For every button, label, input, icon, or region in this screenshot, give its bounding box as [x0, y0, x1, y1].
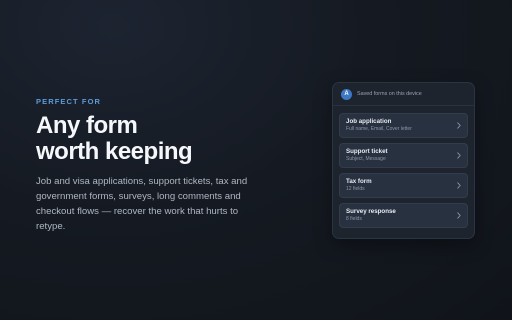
list-item-subtitle: 12 fields	[346, 186, 365, 192]
list-item-title: Job application	[346, 118, 392, 125]
list-item-title: Survey response	[346, 208, 396, 215]
list-item-subtitle: 8 fields	[346, 216, 362, 222]
list-item-tax-form[interactable]: Tax form 12 fields	[339, 173, 468, 198]
saved-forms-panel: A Saved forms on this device Job applica…	[332, 82, 475, 239]
page-title: Any form worth keeping	[36, 113, 264, 165]
chevron-right-icon	[457, 212, 461, 219]
headline-line-2: worth keeping	[36, 138, 193, 165]
hero-description: Job and visa applications, support ticke…	[36, 176, 248, 232]
chevron-right-icon	[457, 152, 461, 159]
saved-forms-list: Job application Full name, Email, Cover …	[333, 106, 474, 228]
hero-section: PERFECT FOR Any form worth keeping Job a…	[36, 97, 264, 234]
chevron-right-icon	[457, 182, 461, 189]
list-item-support-ticket[interactable]: Support ticket Subject, Message	[339, 143, 468, 168]
list-item-survey-response[interactable]: Survey response 8 fields	[339, 203, 468, 228]
headline-line-1: Any form	[36, 112, 138, 139]
list-item-subtitle: Subject, Message	[346, 156, 386, 162]
panel-header: A Saved forms on this device	[333, 83, 474, 106]
chevron-right-icon	[457, 122, 461, 129]
list-item-subtitle: Full name, Email, Cover letter	[346, 126, 412, 132]
eyebrow-label: PERFECT FOR	[36, 97, 102, 106]
list-item-title: Tax form	[346, 178, 372, 185]
avatar: A	[341, 88, 352, 100]
panel-header-text: Saved forms on this device	[357, 91, 422, 97]
list-item-job-application[interactable]: Job application Full name, Email, Cover …	[339, 113, 468, 138]
list-item-title: Support ticket	[346, 148, 388, 155]
